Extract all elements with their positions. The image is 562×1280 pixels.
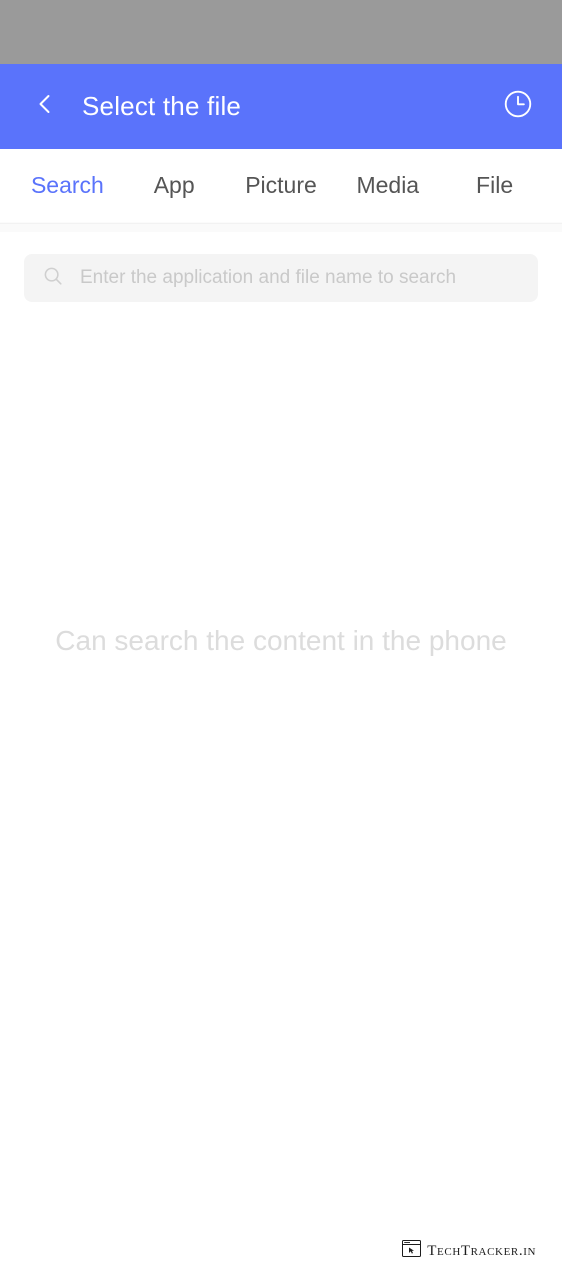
empty-state-message: Can search the content in the phone [55,625,507,656]
tab-bar: Search App Picture Media File [0,149,562,223]
tab-search[interactable]: Search [14,172,121,199]
tab-file[interactable]: File [441,172,548,199]
browser-window-cursor-icon [402,1240,422,1262]
watermark: TechTracker.in [402,1240,536,1262]
watermark-label: TechTracker.in [427,1242,536,1259]
search-section [0,232,562,302]
search-icon [42,265,64,292]
tab-media[interactable]: Media [334,172,441,199]
clock-icon [502,88,534,125]
app-bar: Select the file [0,64,562,149]
tab-bar-divider [0,223,562,232]
chevron-left-icon [33,92,57,121]
status-bar [0,0,562,64]
tab-picture[interactable]: Picture [228,172,335,199]
back-button[interactable] [28,90,62,124]
tab-app[interactable]: App [121,172,228,199]
search-box[interactable] [24,254,538,302]
history-button[interactable] [500,89,536,125]
page-title: Select the file [82,91,242,121]
search-input[interactable] [80,267,520,289]
